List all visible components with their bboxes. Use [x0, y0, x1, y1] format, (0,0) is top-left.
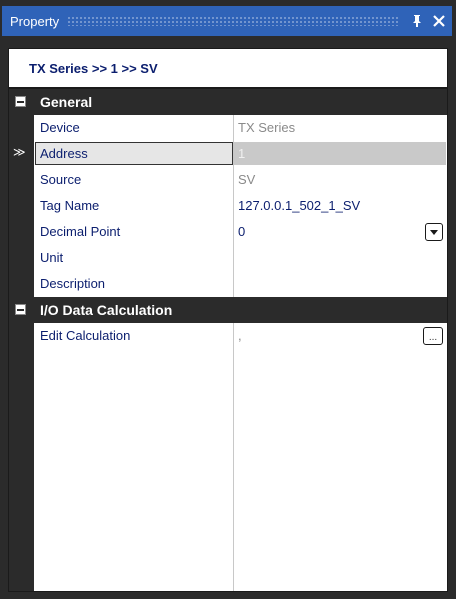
titlebar-grip[interactable]	[67, 16, 400, 26]
property-value: 1	[238, 146, 246, 161]
category-general[interactable]: General	[9, 89, 447, 115]
window-title: Property	[10, 13, 60, 29]
close-icon[interactable]	[430, 12, 448, 30]
property-row-edit-calculation[interactable]: Edit Calculation , ...	[9, 323, 447, 349]
property-value: SV	[238, 172, 256, 187]
property-value: TX Series	[238, 120, 296, 135]
collapse-icon[interactable]	[15, 96, 26, 107]
property-row-tag-name[interactable]: Tag Name 127.0.0.1_502_1_SV	[9, 193, 447, 219]
property-name: Device	[40, 120, 80, 135]
selected-value-cell[interactable]	[234, 142, 446, 165]
property-row-device[interactable]: Device TX Series	[9, 115, 447, 141]
property-value[interactable]: 0	[238, 224, 245, 239]
property-row-address[interactable]: ≫ Address 1	[9, 141, 447, 167]
property-name: Edit Calculation	[40, 328, 131, 343]
property-panel: TX Series >> 1 >> SV General Device TX S…	[8, 48, 448, 592]
property-row-unit[interactable]: Unit	[9, 245, 447, 271]
property-name: Decimal Point	[40, 224, 121, 239]
property-name: Unit	[40, 250, 64, 265]
property-window: Property TX Series >> 1 >> SV General De…	[0, 0, 456, 599]
property-row-decimal-point[interactable]: Decimal Point 0	[9, 219, 447, 245]
breadcrumb: TX Series >> 1 >> SV	[9, 49, 447, 89]
property-row-description[interactable]: Description	[9, 271, 447, 297]
selected-row-marker-icon: ≫	[13, 145, 26, 159]
dropdown-button[interactable]	[425, 223, 443, 241]
collapse-icon[interactable]	[15, 304, 26, 315]
chevron-down-icon	[430, 230, 438, 235]
property-name: Tag Name	[40, 198, 100, 213]
breadcrumb-text: TX Series >> 1 >> SV	[29, 60, 158, 76]
category-label: I/O Data Calculation	[40, 302, 173, 318]
property-name: Description	[40, 276, 106, 291]
property-grid: General Device TX Series ≫ Address 1 Sou…	[9, 89, 447, 591]
property-name: Address	[40, 146, 88, 161]
property-value: ,	[238, 328, 242, 343]
window-titlebar[interactable]: Property	[2, 6, 452, 36]
pin-icon[interactable]	[408, 12, 426, 30]
property-name: Source	[40, 172, 82, 187]
category-io-data-calculation[interactable]: I/O Data Calculation	[9, 297, 447, 323]
ellipsis-button[interactable]: ...	[423, 327, 443, 345]
property-value[interactable]: 127.0.0.1_502_1_SV	[238, 198, 360, 213]
category-label: General	[40, 94, 93, 110]
property-row-source[interactable]: Source SV	[9, 167, 447, 193]
